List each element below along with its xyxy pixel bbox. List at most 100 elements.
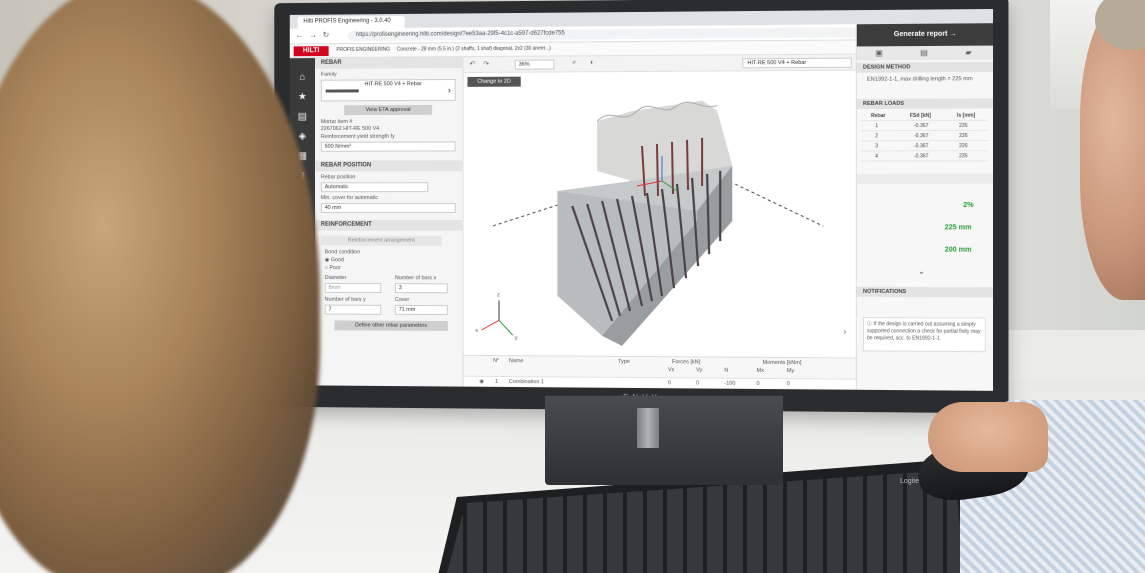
- app-tab-design[interactable]: Concrete - 28 mm (5.5 in.) (2 shaffs, 1 …: [397, 46, 551, 53]
- family-select[interactable]: HIT-RE 500 V4 + Rebar ›: [320, 78, 456, 102]
- left-panel: REBAR Family HIT-RE 500 V4 + Rebar › Vie…: [314, 57, 464, 387]
- loads-col-ls: ls [mm]: [957, 112, 976, 119]
- arrow-right-icon: →: [949, 30, 957, 38]
- axis-y-label: y: [514, 335, 518, 342]
- rebar-section-header[interactable]: REBAR: [314, 57, 464, 69]
- star-icon[interactable]: ★: [297, 92, 309, 104]
- col-name: Name: [508, 358, 524, 365]
- load-fsd: -0.367: [913, 133, 929, 140]
- woman-hair: [0, 0, 320, 573]
- axis-z-label: z: [497, 292, 500, 299]
- yield-field[interactable]: 500 N/mm²: [320, 141, 456, 152]
- load-ls: 226: [959, 153, 968, 160]
- rebar-icon-image: [325, 89, 359, 93]
- home-icon[interactable]: ⌂: [297, 72, 309, 84]
- bond-good-label: Good: [330, 257, 344, 264]
- load-rebar: 4: [875, 153, 878, 160]
- define-rebar-button[interactable]: Define other rebar parameters: [334, 320, 448, 331]
- man-hand: [928, 402, 1048, 472]
- axis-x-label: x: [475, 328, 479, 335]
- bars-x-label: Number of bars x: [394, 275, 437, 282]
- load-fsd: -0.367: [913, 122, 929, 130]
- table-row[interactable]: ◉ 1 Combination 1 0 0 -100 0 0: [463, 375, 856, 389]
- load-combination-table: N° Name Type Forces [kN] Moments [kNm] V…: [463, 354, 856, 390]
- notification-text: If the design is carried out assuming a …: [867, 321, 981, 342]
- reload-icon[interactable]: ↻: [323, 30, 330, 39]
- forward-icon[interactable]: →: [309, 30, 317, 39]
- load-ls: 226: [959, 143, 968, 150]
- chevron-right-icon[interactable]: ›: [844, 327, 847, 336]
- load-rebar: 1: [875, 123, 878, 130]
- col-n: N: [724, 367, 729, 374]
- bars-y-label: Number of bars y: [324, 296, 366, 303]
- loads-col-rebar: Rebar: [871, 113, 886, 120]
- col-moments: Moments [kNm]: [762, 359, 802, 367]
- load-fsd: -0.367: [913, 143, 929, 150]
- load-rebar: 2: [875, 133, 878, 140]
- min-cover-field[interactable]: 40 mm: [320, 203, 456, 213]
- view-eta-button[interactable]: View ETA approval: [344, 104, 433, 116]
- monitor: ENVY Hilti PROFIS Engineering - 3.0.40 ←…: [274, 0, 1009, 414]
- rebar-position-select[interactable]: Automatic: [320, 182, 429, 193]
- bond-good-radio[interactable]: ◉ Good: [325, 257, 344, 263]
- bond-poor-radio[interactable]: ○ Poor: [325, 265, 341, 271]
- document-icon[interactable]: ▤: [920, 48, 928, 57]
- generate-report-button[interactable]: Generate report →: [856, 23, 994, 47]
- diameter-label: Diameter: [324, 275, 347, 282]
- family-label: Family: [320, 71, 337, 78]
- 3d-viewport[interactable]: ↶ ↷ 36% ⌕ ◐ HIT-RE 500 V4 + Rebar Change…: [463, 54, 856, 358]
- rebar-loads-header[interactable]: REBAR LOADS: [856, 98, 994, 110]
- folder-icon[interactable]: ▰: [965, 48, 971, 57]
- col-vy: Vy: [696, 367, 703, 374]
- back-icon[interactable]: ←: [296, 31, 304, 40]
- row-my[interactable]: 0: [787, 381, 790, 387]
- col-forces: Forces [kN]: [672, 359, 701, 366]
- design-method-header[interactable]: DESIGN METHOD: [856, 61, 994, 73]
- screen: Hilti PROFIS Engineering - 3.0.40 ← → ↻ …: [289, 8, 994, 391]
- generate-report-label: Generate report: [893, 30, 948, 39]
- row-vy[interactable]: 0: [696, 380, 699, 386]
- embedment-value: 225 mm: [944, 224, 972, 232]
- loads-col-fsd: FSd [kN]: [909, 112, 931, 119]
- notifications-header[interactable]: NOTIFICATIONS: [856, 286, 994, 298]
- lap-length-value: 200 mm: [944, 246, 972, 254]
- arrangement-field[interactable]: Reinforcement arrangement: [320, 235, 442, 246]
- hilti-logo: HILTI: [293, 46, 329, 57]
- right-toolbar: ▣ ▤ ▰: [856, 45, 994, 61]
- cover-field[interactable]: 71 mm: [394, 304, 448, 316]
- bars-y-field[interactable]: 7: [324, 304, 382, 315]
- row-index: 1: [495, 378, 499, 385]
- notification-box: ⓘ If the design is carried out assuming …: [862, 317, 986, 353]
- bars-x-field[interactable]: 3: [394, 283, 448, 294]
- layers-icon[interactable]: ◈: [297, 131, 309, 143]
- reinforcement-header[interactable]: REINFORCEMENT: [314, 219, 464, 231]
- row-mx[interactable]: 0: [756, 381, 759, 387]
- bond-poor-label: Poor: [329, 265, 341, 272]
- concrete-model: [464, 55, 856, 347]
- utilization-header[interactable]: [856, 173, 994, 184]
- row-n[interactable]: -100: [724, 381, 735, 387]
- app-tab-profis[interactable]: PROFIS ENGINEERING: [336, 47, 390, 53]
- url-field[interactable]: https://profisengineering.hilti.com/desi…: [348, 26, 907, 42]
- rebar-position-header[interactable]: REBAR POSITION: [314, 160, 464, 172]
- list-item: 1 -0.367 226: [860, 122, 988, 132]
- chevron-right-icon: ›: [447, 84, 451, 95]
- chevron-down-icon[interactable]: ⌄: [918, 267, 925, 276]
- load-ls: 226: [959, 122, 968, 129]
- browser-tab[interactable]: Hilti PROFIS Engineering - 3.0.40: [297, 15, 405, 29]
- list-item: 3 -0.367 226: [860, 143, 988, 152]
- row-vx[interactable]: 0: [668, 380, 671, 386]
- cover-label: Cover: [394, 297, 410, 304]
- anchor-icon[interactable]: ▤: [297, 111, 309, 123]
- save-icon[interactable]: ▣: [875, 48, 883, 57]
- family-value: HIT-RE 500 V4 + Rebar: [364, 81, 422, 88]
- rebar-position-label: Rebar position: [320, 174, 356, 181]
- col-my: My: [786, 368, 795, 375]
- list-item: 4 -0.367 226: [860, 153, 988, 162]
- diameter-field[interactable]: 8mm: [324, 282, 382, 294]
- row-name: Combination 1: [508, 379, 544, 386]
- list-item: 2 -0.367 226: [860, 132, 988, 142]
- monitor-stand-neck: [637, 408, 659, 448]
- visibility-icon[interactable]: ◉: [479, 379, 484, 385]
- col-type: Type: [618, 358, 630, 365]
